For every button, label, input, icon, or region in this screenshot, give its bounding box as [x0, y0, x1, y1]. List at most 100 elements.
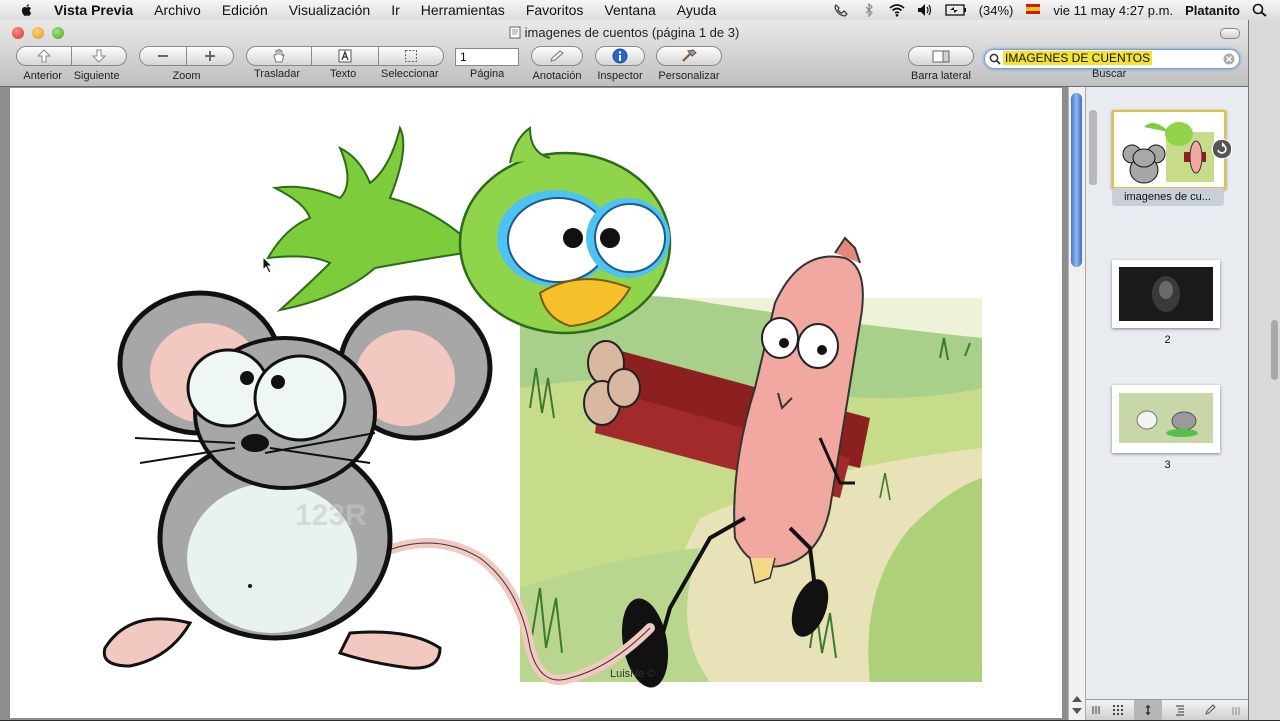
menu-archivo[interactable]: Archivo — [154, 2, 201, 18]
sidebar-scroll-indicator — [1089, 110, 1097, 185]
green-bird — [266, 125, 672, 335]
next-label: Siguiente — [73, 70, 120, 82]
page-number-field[interactable]: 1 — [455, 48, 519, 66]
thumbnail-page-1[interactable] — [1112, 110, 1226, 189]
search-input-value[interactable]: IMAGENES DE CUENTOS — [1003, 51, 1153, 65]
customize-group: Personalizar — [656, 46, 722, 82]
arrow-down-icon — [92, 49, 106, 63]
window-title-area: imagenes de cuentos (página 1 de 3) — [0, 25, 1248, 40]
arrow-up-icon — [37, 49, 51, 63]
document-scrollbar[interactable] — [1068, 87, 1085, 720]
inspector-button[interactable] — [595, 46, 645, 66]
apple-menu-icon[interactable] — [18, 3, 36, 17]
thumbnail-2-image — [1119, 267, 1213, 321]
clear-search-icon[interactable] — [1223, 53, 1235, 65]
text-label: Texto — [330, 68, 357, 80]
select-tool-button[interactable] — [379, 46, 444, 66]
text-select-icon — [338, 49, 352, 63]
resize-handle-icon[interactable] — [1231, 706, 1243, 716]
user-name[interactable]: Platanito — [1185, 3, 1240, 18]
move-tool-button[interactable] — [246, 46, 312, 66]
thumbnail-sidebar: imagenes de cu... 2 3 — [1085, 87, 1249, 720]
clock[interactable]: vie 11 may 4:27 p.m. — [1053, 3, 1173, 18]
scrollbar-thumb[interactable] — [1071, 93, 1082, 267]
menu-herramientas[interactable]: Herramientas — [421, 2, 505, 18]
search-label: Buscar — [1092, 68, 1127, 80]
document-viewport[interactable]: 123R LuisNe © — [0, 87, 1070, 720]
zoom-group: Zoom — [139, 46, 234, 82]
sidebar-toggle-group: Barra lateral — [908, 46, 974, 82]
volume-icon[interactable] — [917, 3, 933, 17]
search-icon — [989, 53, 1001, 65]
previous-label: Anterior — [23, 70, 62, 82]
wifi-icon[interactable] — [889, 3, 905, 17]
input-source-flag-icon[interactable] — [1025, 3, 1041, 17]
customize-button[interactable] — [656, 46, 722, 66]
annotation-button[interactable] — [531, 46, 583, 66]
marquee-select-icon — [405, 50, 417, 62]
annotation-group: Anotación — [531, 46, 583, 82]
inspector-label: Inspector — [597, 70, 643, 82]
battery-percent: (34%) — [978, 2, 1014, 18]
document-page: 123R LuisNe © — [10, 88, 1062, 718]
info-icon — [612, 48, 628, 64]
thumbnail-page-2[interactable] — [1112, 260, 1220, 328]
next-page-button[interactable] — [72, 46, 127, 66]
menu-edicion[interactable]: Edición — [222, 2, 268, 18]
previous-page-button[interactable] — [16, 46, 72, 66]
thumbnail-1-label: imagenes de cu... — [1124, 191, 1211, 203]
menu-bar: Vista Previa Archivo Edición Visualizaci… — [0, 0, 1280, 21]
move-label: Trasladar — [254, 68, 301, 80]
menu-ayuda[interactable]: Ayuda — [677, 2, 716, 18]
grid-view-icon[interactable] — [1112, 704, 1126, 716]
bluetooth-icon[interactable] — [861, 3, 877, 17]
battery-icon[interactable] — [945, 3, 967, 17]
sidebar-toggle-button[interactable] — [908, 46, 974, 66]
pencil-icon — [550, 50, 564, 62]
minus-icon — [158, 55, 168, 57]
story-illustration: 123R LuisNe © — [102, 125, 982, 688]
toc-view-icon[interactable] — [1174, 704, 1186, 716]
menu-app-name[interactable]: Vista Previa — [54, 2, 133, 18]
hand-icon — [273, 49, 285, 63]
menu-favoritos[interactable]: Favoritos — [526, 2, 584, 18]
search-field[interactable]: IMAGENES DE CUENTOS — [984, 49, 1240, 69]
thumbnail-view-button[interactable] — [1134, 700, 1162, 720]
nav-group: Anterior Siguiente — [16, 46, 127, 82]
menu-ir[interactable]: Ir — [391, 2, 400, 18]
zoom-out-button[interactable] — [139, 46, 187, 66]
menu-ventana[interactable]: Ventana — [604, 2, 655, 18]
phone-icon[interactable] — [833, 3, 849, 17]
background-scrollbar-thumb — [1271, 320, 1278, 380]
annotations-view-icon[interactable] — [1204, 704, 1216, 716]
thumbnail-3-label: 3 — [1164, 459, 1171, 471]
document-icon — [509, 26, 521, 39]
toolbar-toggle-button[interactable] — [1220, 28, 1240, 39]
thumbnail-page-3[interactable] — [1112, 385, 1220, 453]
zoom-label: Zoom — [172, 70, 201, 82]
spotlight-icon[interactable] — [1252, 3, 1268, 17]
thumbnail-3-image — [1119, 393, 1213, 443]
menu-visualizacion[interactable]: Visualización — [289, 2, 370, 18]
mouse-pointer-icon — [262, 256, 274, 274]
annotation-label: Anotación — [532, 70, 582, 82]
stock-watermark: 123R — [295, 499, 367, 532]
scroll-up-arrow-icon[interactable] — [1072, 696, 1082, 702]
thumbnail-1-image — [1114, 112, 1224, 187]
text-tool-button[interactable] — [312, 46, 379, 66]
thumbnail-2-label: 2 — [1164, 334, 1171, 346]
toolbar: imagenes de cuentos (página 1 de 3) Ante… — [0, 20, 1248, 87]
plus-icon — [205, 51, 215, 61]
tool-mode-segmented — [246, 46, 444, 66]
list-view-icon[interactable] — [1091, 704, 1103, 716]
sidebar-view-controls — [1086, 699, 1249, 720]
scroll-down-arrow-icon[interactable] — [1072, 708, 1082, 714]
page-label: Página — [470, 68, 505, 80]
illustration-signature: LuisNe © — [610, 668, 655, 680]
sidebar-label: Barra lateral — [911, 70, 971, 82]
inspector-group: Inspector — [595, 46, 645, 82]
zoom-in-button[interactable] — [187, 46, 234, 66]
background-window-edge — [1248, 20, 1280, 720]
rotate-icon[interactable] — [1212, 139, 1232, 159]
preview-window: imagenes de cuentos (página 1 de 3) Ante… — [0, 20, 1249, 720]
